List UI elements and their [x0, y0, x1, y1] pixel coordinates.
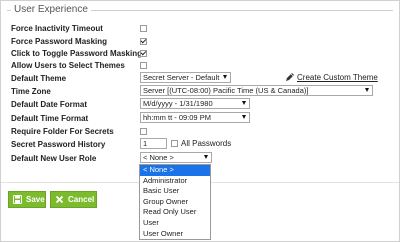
require-folder-checkbox[interactable] [140, 128, 147, 135]
user-role-dropdown-list: < None > Administrator Basic User Group … [139, 164, 211, 240]
settings-panel: User Experience Force Inactivity Timeout… [0, 0, 400, 242]
save-button-label: Save [26, 195, 45, 204]
dropdown-option[interactable]: Administrator [140, 176, 210, 187]
force-inactivity-timeout-label: Force Inactivity Timeout [11, 24, 103, 33]
click-toggle-masking-label: Click to Toggle Password Masking [11, 49, 142, 58]
secret-password-history-label: Secret Password History [11, 140, 106, 149]
force-password-masking-checkbox[interactable] [140, 38, 147, 45]
cancel-button[interactable]: Cancel [50, 191, 97, 208]
cancel-button-label: Cancel [68, 195, 95, 204]
default-date-format-value: M/d/yyyy - 1/31/1980 [143, 99, 213, 108]
close-icon [55, 195, 64, 204]
default-theme-label: Default Theme [11, 74, 67, 83]
all-passwords-checkbox[interactable] [171, 140, 178, 147]
dropdown-option[interactable]: User [140, 218, 210, 229]
click-toggle-masking-checkbox[interactable] [140, 50, 147, 57]
require-folder-label: Require Folder For Secrets [11, 127, 114, 136]
default-time-format-label: Default Time Format [11, 114, 89, 123]
time-zone-select[interactable]: Server [(UTC-08:00) Pacific Time (US & C… [140, 85, 373, 96]
allow-select-themes-label: Allow Users to Select Themes [11, 61, 125, 70]
save-icon [13, 195, 22, 204]
chevron-down-icon [204, 155, 208, 159]
dropdown-option[interactable]: Basic User [140, 186, 210, 197]
default-time-format-value: hh:mm tt - 09:09 PM [143, 113, 211, 122]
dropdown-option[interactable]: Group Owner [140, 197, 210, 208]
time-zone-label: Time Zone [11, 87, 51, 96]
chevron-down-icon [242, 101, 246, 105]
default-new-user-role-label: Default New User Role [11, 154, 97, 163]
default-date-format-select[interactable]: M/d/yyyy - 1/31/1980 [140, 98, 250, 109]
default-new-user-role-value: < None > [143, 153, 174, 162]
all-passwords-label: All Passwords [181, 139, 232, 148]
section-title: User Experience [11, 4, 91, 15]
force-password-masking-label: Force Password Masking [11, 37, 108, 46]
default-theme-select[interactable]: Secret Server - Default [140, 72, 231, 83]
dropdown-option[interactable]: User Owner [140, 229, 210, 240]
password-history-input[interactable]: 1 [140, 138, 167, 149]
create-custom-theme-link[interactable]: Create Custom Theme [297, 73, 378, 82]
allow-select-themes-checkbox[interactable] [140, 62, 147, 69]
default-theme-value: Secret Server - Default [143, 73, 220, 82]
chevron-down-icon [365, 88, 369, 92]
save-button[interactable]: Save [8, 191, 46, 208]
default-time-format-select[interactable]: hh:mm tt - 09:09 PM [140, 112, 250, 123]
dropdown-option[interactable]: < None > [140, 165, 210, 176]
dropdown-option[interactable]: Read Only User [140, 207, 210, 218]
time-zone-value: Server [(UTC-08:00) Pacific Time (US & C… [143, 86, 309, 95]
chevron-down-icon [242, 115, 246, 119]
default-date-format-label: Default Date Format [11, 100, 88, 109]
chevron-down-icon [223, 75, 227, 79]
force-inactivity-timeout-checkbox[interactable] [140, 25, 147, 32]
default-new-user-role-select[interactable]: < None > [140, 152, 212, 163]
pen-icon [286, 73, 294, 81]
